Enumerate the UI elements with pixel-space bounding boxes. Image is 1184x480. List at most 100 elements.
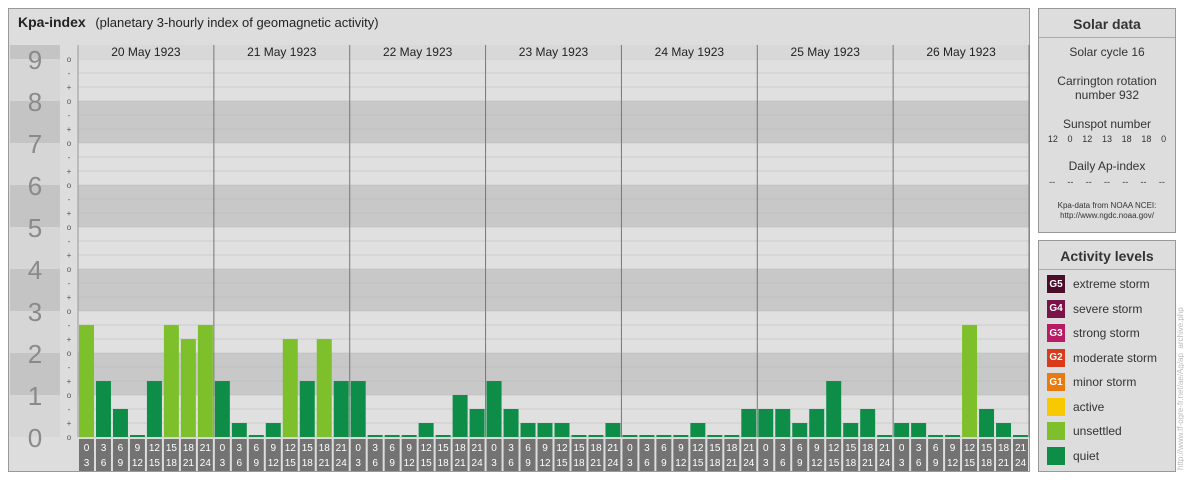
kp-bar: [894, 423, 910, 437]
interval-start-label: 18: [998, 443, 1010, 454]
interval-start-label: 15: [709, 443, 721, 454]
kp-bar: [911, 423, 927, 437]
kp-bar: [775, 408, 791, 437]
y-minor-label: -: [68, 321, 71, 330]
kp-bar: [214, 381, 230, 437]
y-minor-label: -: [68, 111, 71, 120]
activity-level-label: quiet: [1073, 448, 1100, 463]
interval-end-label: 9: [389, 458, 395, 469]
band: [78, 227, 1029, 269]
interval-end-label: 15: [285, 458, 297, 469]
interval-end-label: 3: [491, 458, 497, 469]
interval-end-label: 15: [421, 458, 433, 469]
interval-end-label: 24: [336, 458, 348, 469]
y-minor-label: +: [67, 167, 72, 176]
kp-bar: [418, 423, 434, 437]
interval-end-label: 6: [237, 458, 243, 469]
interval-start-label: 12: [149, 443, 161, 454]
kp-bar: [877, 435, 893, 437]
data-source-link[interactable]: http://www.ngdc.noaa.gov/: [1039, 211, 1175, 221]
date-label: 26 May 1923: [926, 45, 996, 59]
kp-bar: [860, 408, 876, 437]
interval-start-label: 18: [862, 443, 874, 454]
y-minor-label: -: [68, 153, 71, 162]
interval-start-label: 3: [644, 443, 650, 454]
ap-value: --: [1085, 177, 1092, 187]
interval-end-label: 12: [132, 458, 144, 469]
band: [78, 59, 1029, 101]
activity-level-label: minor storm: [1073, 375, 1137, 389]
solar-data-title: Solar data: [1039, 9, 1175, 38]
activity-level-swatch: [1047, 422, 1065, 440]
interval-end-label: 12: [539, 458, 551, 469]
interval-end-label: 6: [916, 458, 922, 469]
y-minor-label: +: [67, 251, 72, 260]
kpa-bar-chart: 0123456789o+-o+-o+-o+-o+-o+-o+-o+-o+-o20…: [10, 45, 1030, 471]
kp-bar: [486, 381, 502, 437]
kp-bar: [809, 408, 825, 437]
interval-start-label: 0: [220, 443, 226, 454]
interval-start-label: 3: [508, 443, 514, 454]
y-minor-label: o: [67, 97, 72, 106]
kp-bar: [180, 339, 196, 437]
interval-start-label: 12: [285, 443, 297, 454]
interval-end-label: 18: [438, 458, 450, 469]
band: [78, 185, 1029, 227]
y-minor-label: +: [67, 293, 72, 302]
interval-start-label: 21: [200, 443, 212, 454]
kp-bar: [962, 324, 978, 437]
interval-end-label: 24: [743, 458, 755, 469]
kp-bar: [503, 408, 519, 437]
data-source: Kpa-data from NOAA NCEI: http://www.ngdc…: [1039, 201, 1175, 221]
kp-bar: [350, 381, 366, 437]
ap-value: --: [1103, 177, 1110, 187]
kp-bar: [282, 339, 298, 437]
y-minor-label: o: [67, 55, 72, 64]
ap-value: --: [1049, 177, 1056, 187]
kp-bar: [979, 408, 995, 437]
ap-value: --: [1158, 177, 1165, 187]
interval-start-label: 0: [84, 443, 90, 454]
interval-start-label: 6: [254, 443, 260, 454]
kp-bar: [928, 435, 944, 437]
sunspot-values: 12 0 12 13 18 18 0: [1039, 134, 1175, 144]
interval-end-label: 21: [590, 458, 602, 469]
interval-end-label: 9: [661, 458, 667, 469]
kp-bar: [1013, 435, 1028, 437]
data-source-line1: Kpa-data from NOAA NCEI:: [1057, 201, 1157, 210]
carrington-line2: number 932: [1074, 88, 1140, 102]
y-minor-label: o: [67, 223, 72, 232]
interval-start-label: 0: [355, 443, 361, 454]
activity-levels-title: Activity levels: [1039, 241, 1175, 270]
y-minor-label: +: [67, 419, 72, 428]
interval-end-label: 15: [149, 458, 161, 469]
kp-bar: [656, 435, 672, 437]
y-tick-label: 2: [28, 339, 42, 369]
kp-bar: [316, 339, 332, 437]
kp-bar: [996, 423, 1012, 437]
interval-end-label: 18: [981, 458, 993, 469]
interval-start-label: 9: [542, 443, 548, 454]
activity-levels-panel: Activity levels G5 extreme storm G4 severe …: [1038, 240, 1176, 472]
kp-bar: [741, 408, 757, 437]
interval-end-label: 12: [947, 458, 959, 469]
interval-end-label: 6: [644, 458, 650, 469]
interval-start-label: 9: [271, 443, 277, 454]
carrington-line1: Carrington rotation: [1057, 74, 1157, 88]
interval-end-label: 24: [472, 458, 484, 469]
interval-start-label: 12: [964, 443, 976, 454]
interval-end-label: 6: [780, 458, 786, 469]
interval-start-label: 0: [491, 443, 497, 454]
y-minor-label: -: [68, 69, 71, 78]
interval-end-label: 18: [573, 458, 585, 469]
activity-level-label: extreme storm: [1073, 277, 1150, 291]
interval-start-label: 21: [743, 443, 755, 454]
interval-start-label: 9: [814, 443, 820, 454]
kp-bar: [384, 435, 400, 437]
interval-start-label: 18: [726, 443, 738, 454]
interval-end-label: 21: [455, 458, 467, 469]
y-tick-label: 4: [28, 255, 42, 285]
kp-bar: [112, 408, 128, 437]
activity-level-item: active: [1047, 397, 1104, 416]
interval-start-label: 15: [845, 443, 857, 454]
